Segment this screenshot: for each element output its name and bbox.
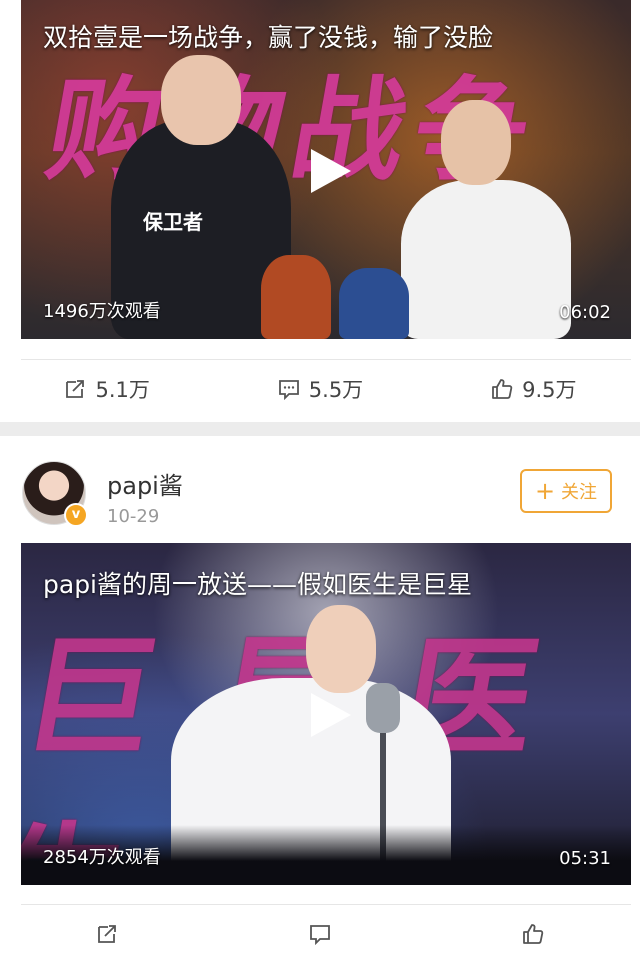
follow-button[interactable]: + 关注 xyxy=(520,469,612,513)
person-face xyxy=(161,55,241,145)
play-icon[interactable] xyxy=(303,691,351,737)
follow-label: 关注 xyxy=(561,482,598,503)
person-face xyxy=(441,100,511,185)
thumbs-up-icon xyxy=(492,379,513,399)
post-date: 10-29 xyxy=(107,506,160,527)
plus-icon: + xyxy=(534,477,556,505)
verified-badge-icon: v xyxy=(64,503,88,527)
view-count: 1496万次观看 xyxy=(43,301,161,322)
person-figure xyxy=(261,255,331,339)
view-count: 2854万次观看 xyxy=(43,847,161,868)
comment-button[interactable]: 5.5万 xyxy=(213,360,426,418)
video-duration: 05:31 xyxy=(559,848,611,869)
share-button[interactable] xyxy=(0,905,213,963)
video-thumbnail-1[interactable]: 购物战争 保卫者 双拾壹是一场战争，赢了没钱，输了没脸 1496万次观看 06:… xyxy=(21,0,631,339)
video-duration: 06:02 xyxy=(559,302,611,323)
feed-separator xyxy=(0,422,640,436)
person-figure xyxy=(339,268,409,339)
share-icon xyxy=(66,380,85,398)
comment-icon xyxy=(278,380,299,401)
share-icon xyxy=(97,925,116,943)
microphone-icon xyxy=(366,683,400,733)
comment-count: 5.5万 xyxy=(308,378,364,402)
share-count: 5.1万 xyxy=(95,378,150,402)
like-button[interactable] xyxy=(427,905,640,963)
comment-button[interactable] xyxy=(213,905,426,963)
person-face xyxy=(306,605,376,693)
like-count: 9.5万 xyxy=(522,378,577,402)
comment-icon xyxy=(310,925,330,946)
video-thumbnail-2[interactable]: 巨星医生 papi酱的周一放送——假如医生是巨星 2854万次观看 05:31 xyxy=(21,543,631,885)
person-figure xyxy=(401,180,571,339)
share-button[interactable]: 5.1万 xyxy=(0,360,213,418)
post-actions-bar xyxy=(0,905,640,963)
video-overlay-title: 双拾壹是一场战争，赢了没钱，输了没脸 xyxy=(43,23,494,52)
post-actions-bar: 5.1万 5.5万 9.5万 xyxy=(0,360,640,418)
video-overlay-title: papi酱的周一放送——假如医生是巨星 xyxy=(43,570,473,599)
author-name[interactable]: papi酱 xyxy=(107,466,183,501)
thumbs-up-icon xyxy=(523,924,544,944)
play-icon[interactable] xyxy=(303,147,351,193)
vest-label: 保卫者 xyxy=(143,210,203,234)
like-button[interactable]: 9.5万 xyxy=(427,360,640,418)
